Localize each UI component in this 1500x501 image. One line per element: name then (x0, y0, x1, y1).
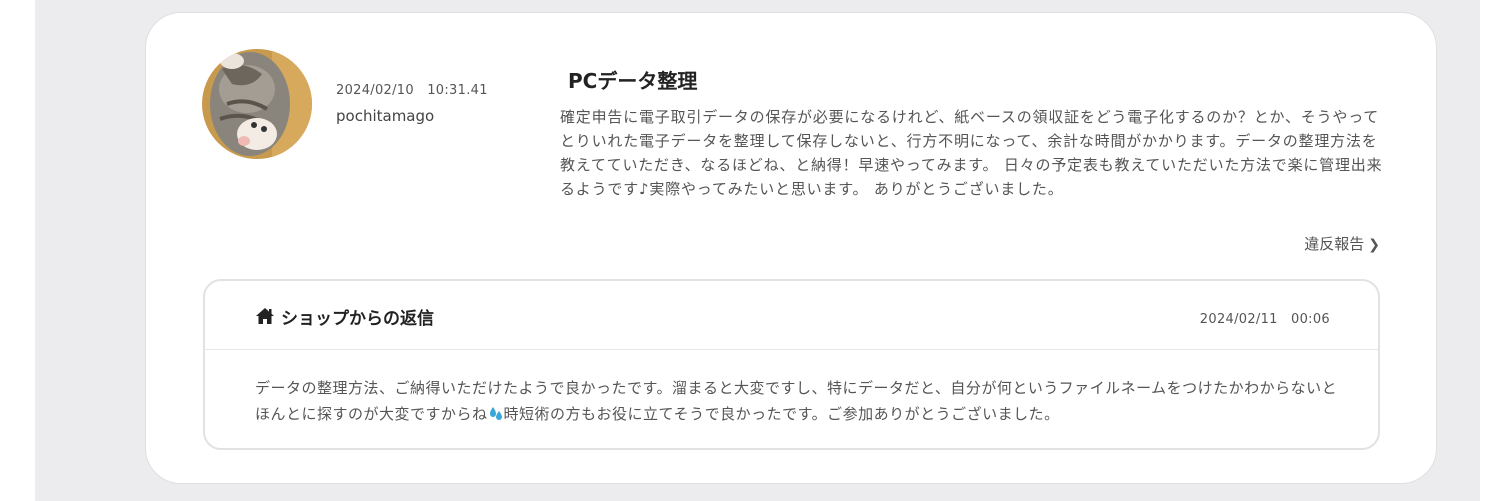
review-card: 2024/02/10 10:31.41 pochitamago PCデータ整理 … (145, 12, 1437, 484)
review-body: 確定申告に電子取引データの保存が必要になるけれど、紙ベースの領収証をどう電子化す… (560, 108, 1383, 198)
reply-header: ショップからの返信 2024/02/11 00:06 (205, 281, 1378, 350)
page-background: 2024/02/10 10:31.41 pochitamago PCデータ整理 … (35, 0, 1480, 501)
reply-body-text-2: 時短術の方もお役に立てそうで良かったです。ご参加ありがとうございました。 (503, 405, 1060, 423)
sweat-drops-icon (489, 407, 502, 420)
report-violation-link[interactable]: 違反報告 ❯ (1304, 233, 1380, 254)
shop-reply-box: ショップからの返信 2024/02/11 00:06 データの整理方法、ご納得い… (203, 279, 1380, 450)
user-avatar (202, 49, 312, 159)
reply-date: 2024/02/11 00:06 (1199, 312, 1330, 327)
review-date: 2024/02/10 10:31.41 (336, 83, 488, 98)
chevron-right-icon: ❯ (1368, 237, 1380, 253)
home-icon (256, 308, 274, 324)
review-title: PCデータ整理 (568, 69, 698, 93)
reply-title: ショップからの返信 (281, 309, 434, 329)
cat-photo-avatar (202, 49, 312, 159)
review-username[interactable]: pochitamago (336, 107, 434, 125)
report-link-label: 違反報告 (1304, 235, 1365, 253)
reply-body: データの整理方法、ご納得いただけたようで良かったです。溜まると大変ですし、特にデ… (255, 375, 1345, 427)
